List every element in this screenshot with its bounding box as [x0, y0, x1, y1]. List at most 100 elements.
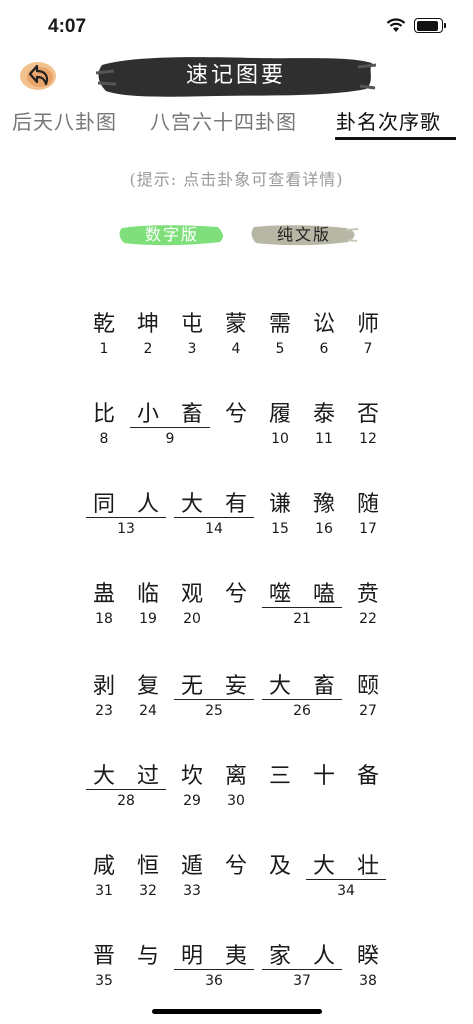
hexagram-number: 33: [183, 883, 201, 899]
hexagram-char[interactable]: 三: [260, 758, 300, 790]
hexagram-number: 24: [139, 703, 157, 719]
hexagram-number: 26: [293, 703, 311, 719]
hexagram-char[interactable]: 十: [304, 758, 344, 790]
hexagram-char[interactable]: 兮: [216, 848, 256, 880]
hexagram-number: 1: [99, 341, 109, 357]
hexagram-number: 3: [187, 341, 197, 357]
hexagram-number: 10: [271, 431, 289, 447]
hexagram-char[interactable]: 嗑: [304, 576, 344, 608]
hexagram-number: 16: [315, 521, 333, 537]
hexagram-char[interactable]: 坤: [128, 306, 168, 338]
hexagram-char[interactable]: 兮: [216, 396, 256, 428]
hexagram-number: 38: [359, 973, 377, 989]
hexagram-char[interactable]: 乾: [84, 306, 124, 338]
hexagram-group-underline: [86, 517, 166, 518]
hexagram-char[interactable]: 人: [304, 938, 344, 970]
hexagram-group-underline: [86, 789, 166, 790]
hexagram-char[interactable]: 备: [348, 758, 388, 790]
hexagram-char[interactable]: 坎: [172, 758, 212, 790]
hexagram-number: 13: [117, 521, 135, 537]
hexagram-order-grid: 乾坤屯蒙需讼师 1 2 3 4 5 6 7 比小畜兮履泰否 8 9 10 11 12 同人大有谦豫随 13 14…: [0, 0, 473, 1000]
hexagram-number: 27: [359, 703, 377, 719]
hexagram-number: 8: [99, 431, 109, 447]
hexagram-number: 15: [271, 521, 289, 537]
hexagram-group-underline: [174, 969, 254, 970]
hexagram-char[interactable]: 大: [304, 848, 344, 880]
hexagram-char[interactable]: 屯: [172, 306, 212, 338]
hexagram-char[interactable]: 过: [128, 758, 168, 790]
hexagram-number: 20: [183, 611, 201, 627]
hexagram-char[interactable]: 无: [172, 668, 212, 700]
hexagram-char[interactable]: 复: [128, 668, 168, 700]
hexagram-char[interactable]: 恒: [128, 848, 168, 880]
hexagram-number: 14: [205, 521, 223, 537]
hexagram-char[interactable]: 人: [128, 486, 168, 518]
hexagram-number: 30: [227, 793, 245, 809]
hexagram-char[interactable]: 妄: [216, 668, 256, 700]
hexagram-char[interactable]: 观: [172, 576, 212, 608]
hexagram-number: 34: [337, 883, 355, 899]
hexagram-group-underline: [174, 517, 254, 518]
hexagram-number: 2: [143, 341, 153, 357]
hexagram-number: 19: [139, 611, 157, 627]
hexagram-group-underline: [130, 427, 210, 428]
hexagram-char[interactable]: 需: [260, 306, 300, 338]
hexagram-number: 17: [359, 521, 377, 537]
hexagram-number: 23: [95, 703, 113, 719]
hexagram-number: 37: [293, 973, 311, 989]
hexagram-number: 5: [275, 341, 285, 357]
hexagram-number: 4: [231, 341, 241, 357]
hexagram-number: 22: [359, 611, 377, 627]
hexagram-char[interactable]: 谦: [260, 486, 300, 518]
hexagram-char[interactable]: 噬: [260, 576, 300, 608]
hexagram-char[interactable]: 履: [260, 396, 300, 428]
hexagram-char[interactable]: 临: [128, 576, 168, 608]
hexagram-char[interactable]: 比: [84, 396, 124, 428]
hexagram-number: 18: [95, 611, 113, 627]
hexagram-char[interactable]: 颐: [348, 668, 388, 700]
hexagram-char[interactable]: 咸: [84, 848, 124, 880]
hexagram-group-underline: [262, 969, 342, 970]
hexagram-char[interactable]: 畜: [172, 396, 212, 428]
hexagram-char[interactable]: 夷: [216, 938, 256, 970]
hexagram-number: 6: [319, 341, 329, 357]
hexagram-char[interactable]: 豫: [304, 486, 344, 518]
hexagram-char[interactable]: 大: [260, 668, 300, 700]
hexagram-char[interactable]: 有: [216, 486, 256, 518]
hexagram-number: 29: [183, 793, 201, 809]
hexagram-char[interactable]: 遁: [172, 848, 212, 880]
hexagram-group-underline: [262, 699, 342, 700]
hexagram-char[interactable]: 蛊: [84, 576, 124, 608]
hexagram-char[interactable]: 明: [172, 938, 212, 970]
hexagram-char[interactable]: 畜: [304, 668, 344, 700]
hexagram-char[interactable]: 否: [348, 396, 388, 428]
hexagram-char[interactable]: 剥: [84, 668, 124, 700]
hexagram-char[interactable]: 随: [348, 486, 388, 518]
hexagram-char[interactable]: 睽: [348, 938, 388, 970]
hexagram-number: 32: [139, 883, 157, 899]
hexagram-number: 31: [95, 883, 113, 899]
hexagram-char[interactable]: 大: [172, 486, 212, 518]
hexagram-number: 7: [363, 341, 373, 357]
hexagram-char[interactable]: 晋: [84, 938, 124, 970]
hexagram-group-underline: [306, 879, 386, 880]
hexagram-char[interactable]: 小: [128, 396, 168, 428]
hexagram-char[interactable]: 兮: [216, 576, 256, 608]
hexagram-char[interactable]: 师: [348, 306, 388, 338]
hexagram-char[interactable]: 蒙: [216, 306, 256, 338]
hexagram-char[interactable]: 壮: [348, 848, 388, 880]
hexagram-number: 35: [95, 973, 113, 989]
hexagram-char[interactable]: 同: [84, 486, 124, 518]
hexagram-char[interactable]: 及: [260, 848, 300, 880]
hexagram-char[interactable]: 大: [84, 758, 124, 790]
hexagram-number: 36: [205, 973, 223, 989]
hexagram-char[interactable]: 贲: [348, 576, 388, 608]
hexagram-char[interactable]: 与: [128, 938, 168, 970]
hexagram-char[interactable]: 离: [216, 758, 256, 790]
hexagram-number: 11: [315, 431, 333, 447]
hexagram-group-underline: [174, 699, 254, 700]
hexagram-char[interactable]: 家: [260, 938, 300, 970]
hexagram-char[interactable]: 泰: [304, 396, 344, 428]
hexagram-char[interactable]: 讼: [304, 306, 344, 338]
hexagram-group-underline: [262, 607, 342, 608]
